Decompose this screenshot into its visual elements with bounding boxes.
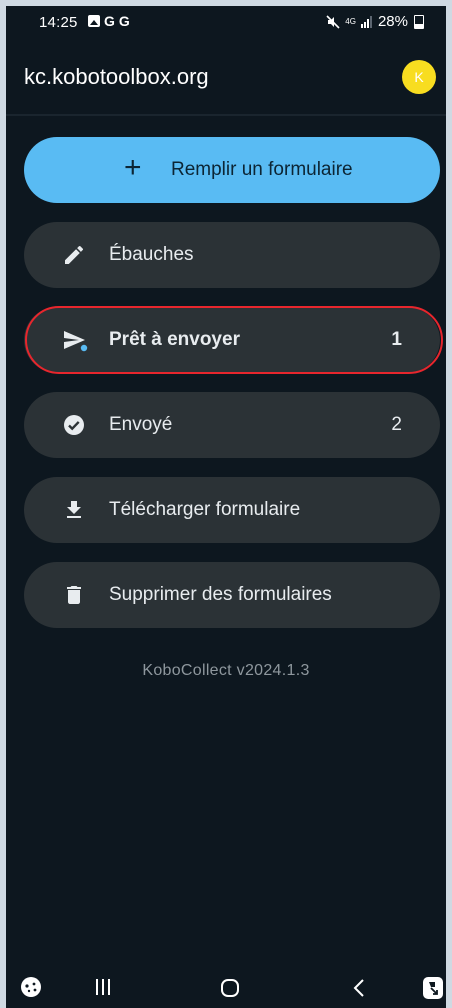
- signal-icon: [360, 15, 373, 28]
- download-form-label: Télécharger formulaire: [109, 499, 301, 520]
- system-nav-bar: [6, 968, 446, 1008]
- pencil-icon: [62, 243, 86, 267]
- google-icon: G: [118, 13, 130, 29]
- recent-apps-icon[interactable]: [94, 978, 112, 996]
- delete-forms-label: Supprimer des formulaires: [109, 584, 332, 605]
- avatar[interactable]: K: [402, 60, 436, 94]
- app-title: kc.kobotoolbox.org: [24, 64, 209, 89]
- sent-button[interactable]: Envoyé 2: [24, 392, 440, 458]
- network-type: 4G: [345, 16, 356, 26]
- plus-icon: +: [124, 151, 142, 184]
- sent-label: Envoyé: [109, 414, 173, 435]
- back-icon[interactable]: [352, 978, 366, 998]
- status-indicators: 4G 28%: [326, 13, 424, 30]
- battery-percent: 28%: [377, 13, 408, 30]
- accessibility-icon[interactable]: [422, 976, 444, 1000]
- ready-to-send-count: 1: [391, 329, 402, 350]
- status-time: 14:25: [39, 14, 78, 31]
- google-icon: G: [104, 13, 115, 29]
- drafts-button[interactable]: Ébauches: [24, 222, 440, 288]
- gallery-icon: [88, 15, 100, 27]
- header-divider: [6, 114, 446, 116]
- battery-icon: [414, 14, 424, 29]
- game-launcher-icon[interactable]: [20, 976, 42, 998]
- send-icon: [62, 328, 88, 352]
- ready-to-send-button[interactable]: Prêt à envoyer 1: [24, 307, 440, 373]
- download-form-button[interactable]: Télécharger formulaire: [24, 477, 440, 543]
- app-version: KoboCollect v2024.1.3: [142, 662, 310, 679]
- sent-count: 2: [391, 414, 402, 435]
- status-bar: 14:25 G G 4G 28%: [6, 6, 446, 40]
- delete-forms-button[interactable]: Supprimer des formulaires: [24, 562, 440, 628]
- mute-icon: [326, 14, 340, 29]
- home-icon[interactable]: [220, 978, 240, 998]
- notification-icons: G G: [88, 13, 130, 29]
- fill-form-label: Remplir un formulaire: [171, 159, 353, 180]
- ready-to-send-label: Prêt à envoyer: [109, 329, 240, 350]
- app-bar: kc.kobotoolbox.org K: [6, 46, 446, 114]
- download-icon: [62, 498, 86, 522]
- fill-form-button[interactable]: + Remplir un formulaire: [24, 137, 440, 203]
- phone-screen: 14:25 G G 4G 28% kc.kobotoolbox.org K + …: [6, 6, 446, 1008]
- check-circle-icon: [62, 413, 86, 437]
- drafts-label: Ébauches: [109, 244, 194, 265]
- trash-icon: [62, 583, 86, 607]
